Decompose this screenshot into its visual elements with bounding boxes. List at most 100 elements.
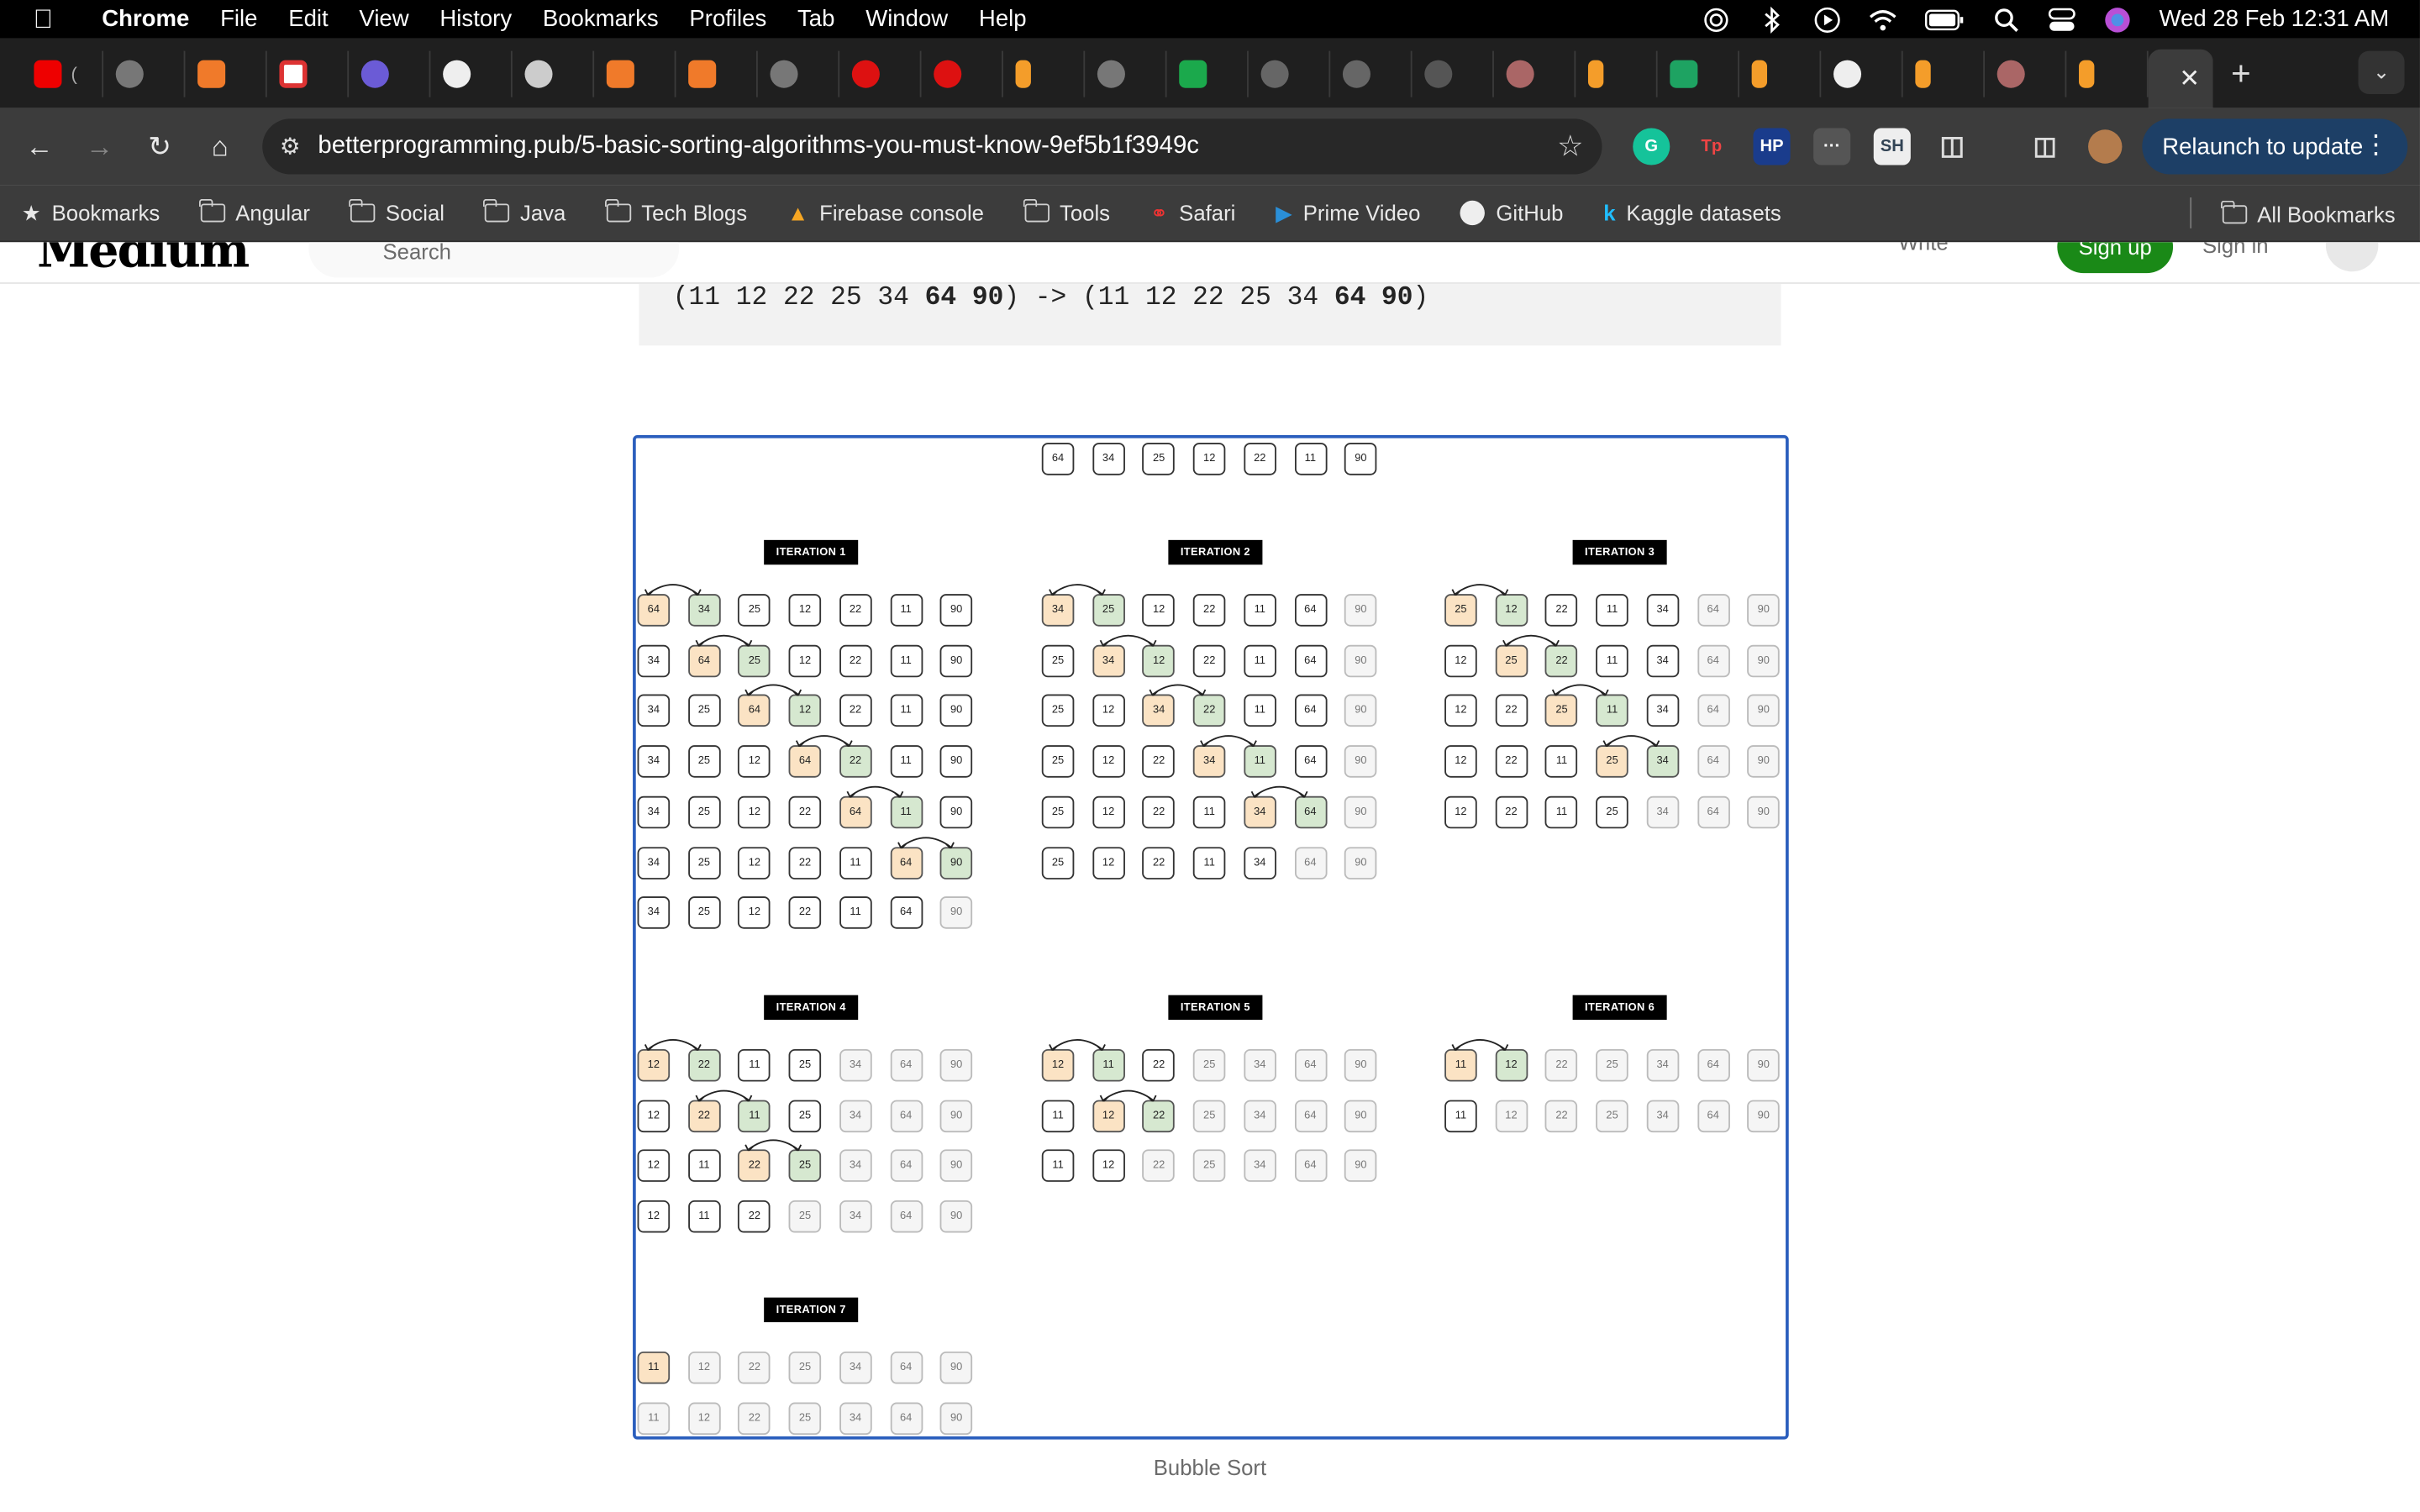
tab-github[interactable] (430, 50, 513, 97)
menu-view[interactable]: View (344, 6, 424, 32)
reload-icon[interactable]: ↻ (129, 130, 190, 163)
forward-arrow-icon[interactable]: → (70, 130, 130, 163)
tab-24[interactable] (1903, 50, 1985, 97)
bookmark-tech-blogs[interactable]: Tech Blogs (604, 198, 765, 225)
back-arrow-icon[interactable]: ← (9, 130, 70, 163)
tab-23[interactable] (1821, 50, 1903, 97)
menu-window[interactable]: Window (850, 6, 964, 32)
array-cell: 64 (1697, 695, 1730, 727)
menu-help[interactable]: Help (964, 6, 1042, 32)
tab-10[interactable] (758, 50, 840, 97)
signin-link[interactable]: Sign in (2202, 242, 2269, 257)
swap-arrow-icon (897, 836, 954, 848)
control-center-icon[interactable] (2048, 5, 2075, 33)
tab-21[interactable] (1658, 50, 1739, 97)
new-tab-button[interactable]: + (2213, 53, 2269, 93)
battery-icon[interactable] (1924, 8, 1965, 30)
menu-app-name[interactable]: Chrome (87, 6, 205, 32)
tab-15[interactable] (1167, 50, 1249, 97)
tab-9[interactable] (676, 50, 758, 97)
tab-5[interactable] (349, 50, 431, 97)
tab-2[interactable] (103, 50, 186, 97)
menu-tab[interactable]: Tab (782, 6, 850, 32)
bookmark-star-icon[interactable]: ☆ (1557, 129, 1583, 165)
tab-active[interactable]: ✕ (2148, 49, 2213, 108)
bookmark-safari[interactable]: ⚭ Safari (1150, 200, 1255, 226)
array-cell: 25 (1041, 745, 1075, 778)
array-cell: 64 (889, 896, 923, 930)
kebab-menu-icon[interactable]: ⋮ (2363, 129, 2389, 160)
mac-menu-bar:  Chrome File Edit View History Bookmark… (0, 0, 2420, 39)
tp-extension-icon[interactable]: Tp (1693, 128, 1730, 165)
array-cell: 34 (1092, 644, 1125, 677)
array-cell: 11 (738, 1099, 771, 1132)
menu-edit[interactable]: Edit (273, 6, 344, 32)
tab-14[interactable] (1085, 50, 1167, 97)
tab-8[interactable] (594, 50, 676, 97)
bookmark-kaggle[interactable]: k Kaggle datasets (1603, 201, 1800, 225)
bookmark-all-bookmarks[interactable]: All Bookmarks (2220, 185, 2396, 242)
side-panel-icon[interactable]: ◫ (2027, 128, 2064, 165)
menu-bookmarks[interactable]: Bookmarks (527, 6, 674, 32)
tab-26[interactable] (2066, 50, 2149, 97)
array-cell: 34 (1244, 795, 1276, 828)
relaunch-button[interactable]: Relaunch to update ⋮ (2142, 118, 2408, 175)
bookmark-github[interactable]: GitHub (1460, 200, 1581, 226)
tab-youtube[interactable]: ( (22, 50, 104, 97)
bookmark-angular[interactable]: Angular (198, 198, 329, 225)
home-icon[interactable]: ⌂ (190, 130, 250, 163)
menu-profiles[interactable]: Profiles (674, 6, 782, 32)
tab-7[interactable] (513, 50, 595, 97)
wifi-icon[interactable] (1869, 5, 1897, 33)
array-cell: 34 (839, 1099, 872, 1132)
tab-tuf[interactable] (839, 50, 922, 97)
grammarly-extension-icon[interactable]: G (1633, 128, 1670, 165)
sh-extension-icon[interactable]: SH (1873, 128, 1911, 165)
more-extension-icon[interactable]: ··· (1813, 128, 1851, 165)
extensions-puzzle-icon[interactable]: ◫ (1933, 128, 1970, 165)
tab-gmail[interactable] (267, 50, 350, 97)
bookmark-bookmarks[interactable]: ★ Bookmarks (22, 200, 179, 226)
tab-tuf-2[interactable] (922, 50, 1003, 97)
spotlight-search-icon[interactable] (1992, 5, 2020, 33)
signup-button[interactable]: Sign up (2057, 242, 2174, 274)
menu-file[interactable]: File (205, 6, 273, 32)
array-cell: 12 (1092, 1099, 1125, 1132)
site-settings-icon[interactable]: ⚙ (262, 133, 318, 160)
close-tab-icon[interactable]: ✕ (2179, 63, 2200, 94)
tab-17[interactable] (1330, 50, 1413, 97)
hp-extension-icon[interactable]: HP (1753, 128, 1791, 165)
apple-icon[interactable]:  (0, 4, 87, 35)
medium-logo[interactable]: Medium (37, 242, 250, 279)
array-cell: 25 (1092, 594, 1125, 627)
avatar[interactable] (2325, 242, 2379, 272)
bookmark-social[interactable]: Social (349, 198, 463, 225)
tab-18[interactable] (1413, 50, 1494, 97)
bookmark-prime-video[interactable]: ▶ Prime Video (1276, 200, 1439, 226)
bluetooth-icon[interactable] (1758, 5, 1786, 34)
medium-search-input[interactable]: Search (308, 242, 680, 278)
tab-19[interactable] (1494, 50, 1576, 97)
bookmark-tools[interactable]: Tools (1023, 198, 1128, 225)
tab-25[interactable] (1985, 50, 2067, 97)
address-bar[interactable]: ⚙ betterprogramming.pub/5-basic-sorting-… (262, 118, 1602, 175)
bookmark-java[interactable]: Java (483, 198, 585, 225)
orange-favicon-icon (197, 59, 226, 87)
tab-3[interactable] (185, 50, 267, 97)
profile-avatar[interactable] (2088, 129, 2123, 164)
airdrop-icon[interactable] (1702, 5, 1730, 33)
tab-22[interactable] (1739, 50, 1822, 97)
menu-clock[interactable]: Wed 28 Feb 12:31 AM (2160, 6, 2390, 32)
bookmark-firebase[interactable]: ▲ Firebase console (787, 201, 1002, 225)
array-cell: 11 (1596, 695, 1628, 727)
siri-icon[interactable] (2103, 5, 2131, 33)
menu-history[interactable]: History (424, 6, 527, 32)
tab-20[interactable] (1576, 50, 1658, 97)
write-button[interactable]: Write (1898, 242, 1949, 255)
tab-16[interactable] (1249, 50, 1331, 97)
url-text[interactable]: betterprogramming.pub/5-basic-sorting-al… (318, 133, 1199, 160)
tab-search-dropdown-icon[interactable]: ⌄ (2358, 50, 2405, 95)
tab-13[interactable] (1003, 50, 1086, 97)
array-cell: 34 (687, 594, 721, 627)
play-icon[interactable] (1813, 5, 1841, 33)
